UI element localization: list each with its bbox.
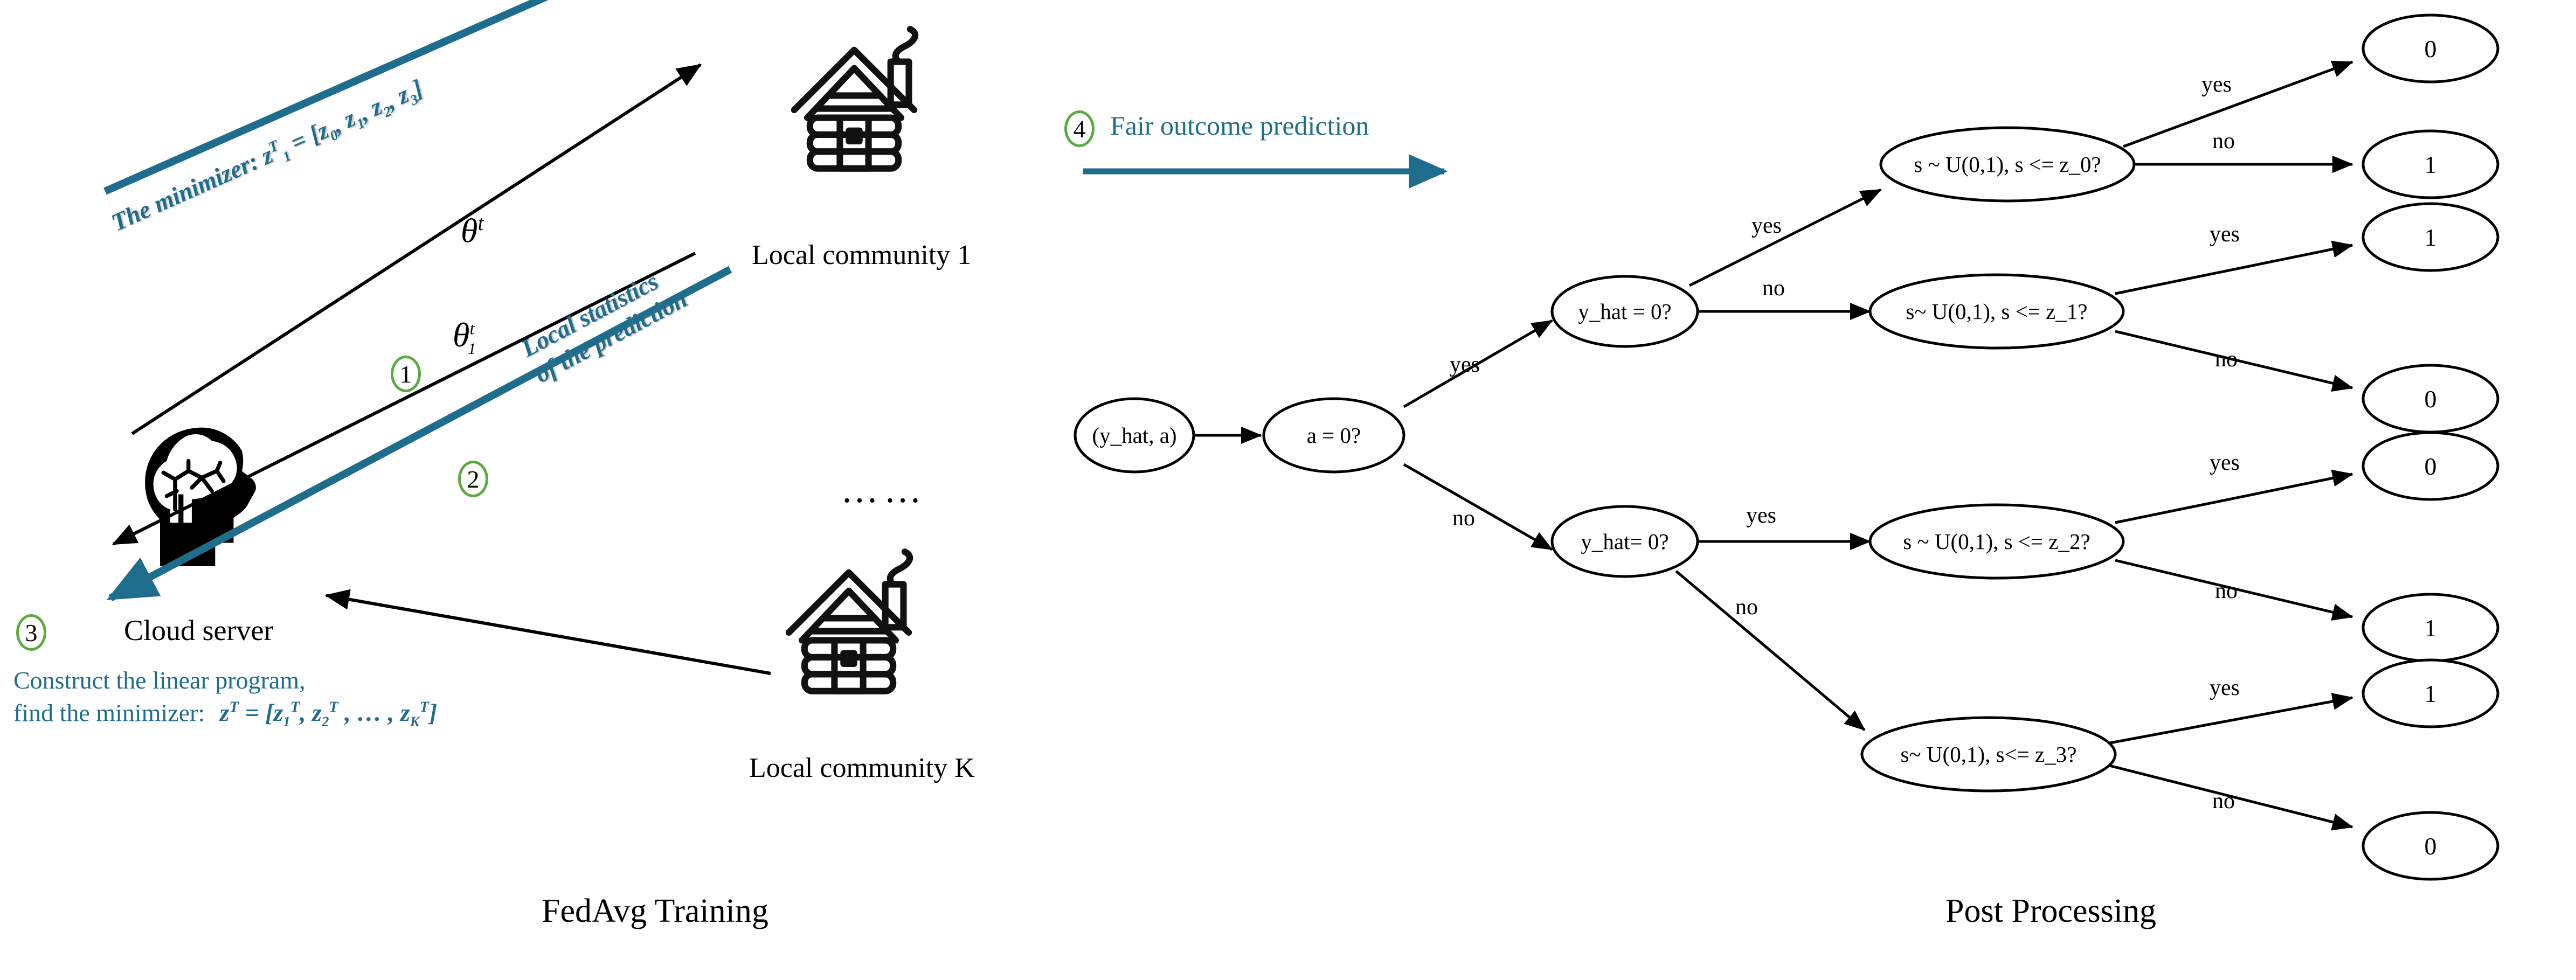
tree-node-yhat-lower-label: y_hat= 0? [1581,529,1668,554]
tree-leaf-8-label: 0 [2425,832,2437,860]
edge-label-z3-yes: yes [2210,676,2240,700]
tree-node-z0: s ~ U(0,1), s <= z_0? [1879,126,2136,203]
edge-label-yhup-yes: yes [1751,213,1782,238]
tree-leaf-2-label: 1 [2425,151,2437,178]
tree-leaf-3: 1 [2362,202,2499,272]
edge-label-z0-yes: yes [2201,72,2232,97]
tree-node-z1-label: s~ U(0,1), s <= z_1? [1906,299,2087,324]
theta-global-symbol: θt [461,211,484,250]
local-community-k-label: Local community K [749,753,975,783]
tree-node-root: (y_hat, a) [1074,397,1195,474]
tree-leaf-7: 1 [2362,658,2499,728]
tree-leaf-6-label: 1 [2425,614,2437,642]
tree-node-z0-label: s ~ U(0,1), s <= z_0? [1914,152,2101,177]
tree-leaf-5: 0 [2362,431,2499,501]
edge-label-z3-no: no [2212,789,2235,814]
tree-leaf-3-label: 1 [2425,224,2437,251]
tree-node-z2-label: s ~ U(0,1), s <= z_2? [1903,529,2090,554]
tree-leaf-7-label: 1 [2425,680,2437,707]
tree-node-yhat-lower: y_hat= 0? [1550,505,1699,578]
step-1-number: 1 [391,356,421,392]
edge-label-z2-yes: yes [2210,450,2240,475]
edge-label-yhdn-no: no [1735,595,1758,620]
tree-node-z1: s~ U(0,1), s <= z_1? [1868,273,2125,350]
edge-label-a0-yes: yes [1450,352,1480,377]
step-3-badge: 3 [16,614,46,651]
tree-node-z2: s ~ U(0,1), s <= z_2? [1868,503,2125,580]
theta-global-base: θ [461,211,478,250]
tree-node-z3-label: s~ U(0,1), s<= z_3? [1901,742,2077,767]
tree-leaf-1: 0 [2362,13,2499,84]
post-processing-decision-tree: yes no yes no yes no yes no yes no yes n… [1074,13,2499,881]
step-2-badge: 2 [458,461,488,497]
tree-leaf-4-label: 0 [2425,385,2437,413]
theta-global-sup: t [477,211,484,235]
right-panel-caption: Post Processing [1945,893,2156,929]
theta-local-sup: t [469,318,475,338]
tree-node-a0-label: a = 0? [1307,423,1361,448]
server-task-line-2: find the minimizer: zT = [z1T, z2T , … ,… [13,700,437,729]
tree-node-root-label: (y_hat, a) [1092,423,1176,448]
cloud-server-label: Cloud server [124,614,274,647]
edge-label-a0-no: no [1452,506,1475,531]
theta-local-sub: 1 [468,340,476,358]
edge-label-yhdn-yes: yes [1746,503,1776,528]
edge-label-yhup-no: no [1762,276,1785,301]
step-1-badge: 1 [391,356,421,392]
tree-leaf-5-label: 0 [2425,453,2437,480]
step-2-number: 2 [458,461,488,497]
left-panel-caption: FedAvg Training [542,893,768,929]
tree-leaf-2: 1 [2362,129,2499,199]
server-task-text: Construct the linear program, find the m… [13,668,437,729]
step-3-number: 3 [16,614,46,651]
edge-label-z1-no: no [2215,347,2238,372]
tree-leaf-8: 0 [2362,811,2499,881]
edge-label-z2-no: no [2215,579,2238,603]
communities-ellipsis: …… [841,469,927,511]
edge-label-z1-yes: yes [2210,222,2240,247]
tree-node-yhat-upper-label: y_hat = 0? [1578,299,1671,324]
local-community-1-label: Local community 1 [752,240,972,270]
tree-node-a0: a = 0? [1262,397,1405,474]
server-task-prefix: find the minimizer: [13,699,205,727]
theta-local-base: θ [453,316,470,354]
tree-leaf-1-label: 0 [2425,35,2437,62]
tree-node-z3: s~ U(0,1), s<= z_3? [1860,716,2117,793]
tree-leaf-4: 0 [2362,364,2499,434]
tree-node-yhat-upper: y_hat = 0? [1550,275,1699,348]
theta-local-symbol: θt 1 [453,318,476,357]
minimizer-formula: zT = [z1T, z2T , … , zKT] [219,699,438,730]
edge-label-z0-no: no [2212,129,2235,154]
server-task-line-1: Construct the linear program, [13,666,306,694]
figure-canvas: …… The minimizer: zT1 = [z0, z1, z2, z3]… [0,0,2576,980]
tree-leaf-6: 1 [2362,593,2499,663]
